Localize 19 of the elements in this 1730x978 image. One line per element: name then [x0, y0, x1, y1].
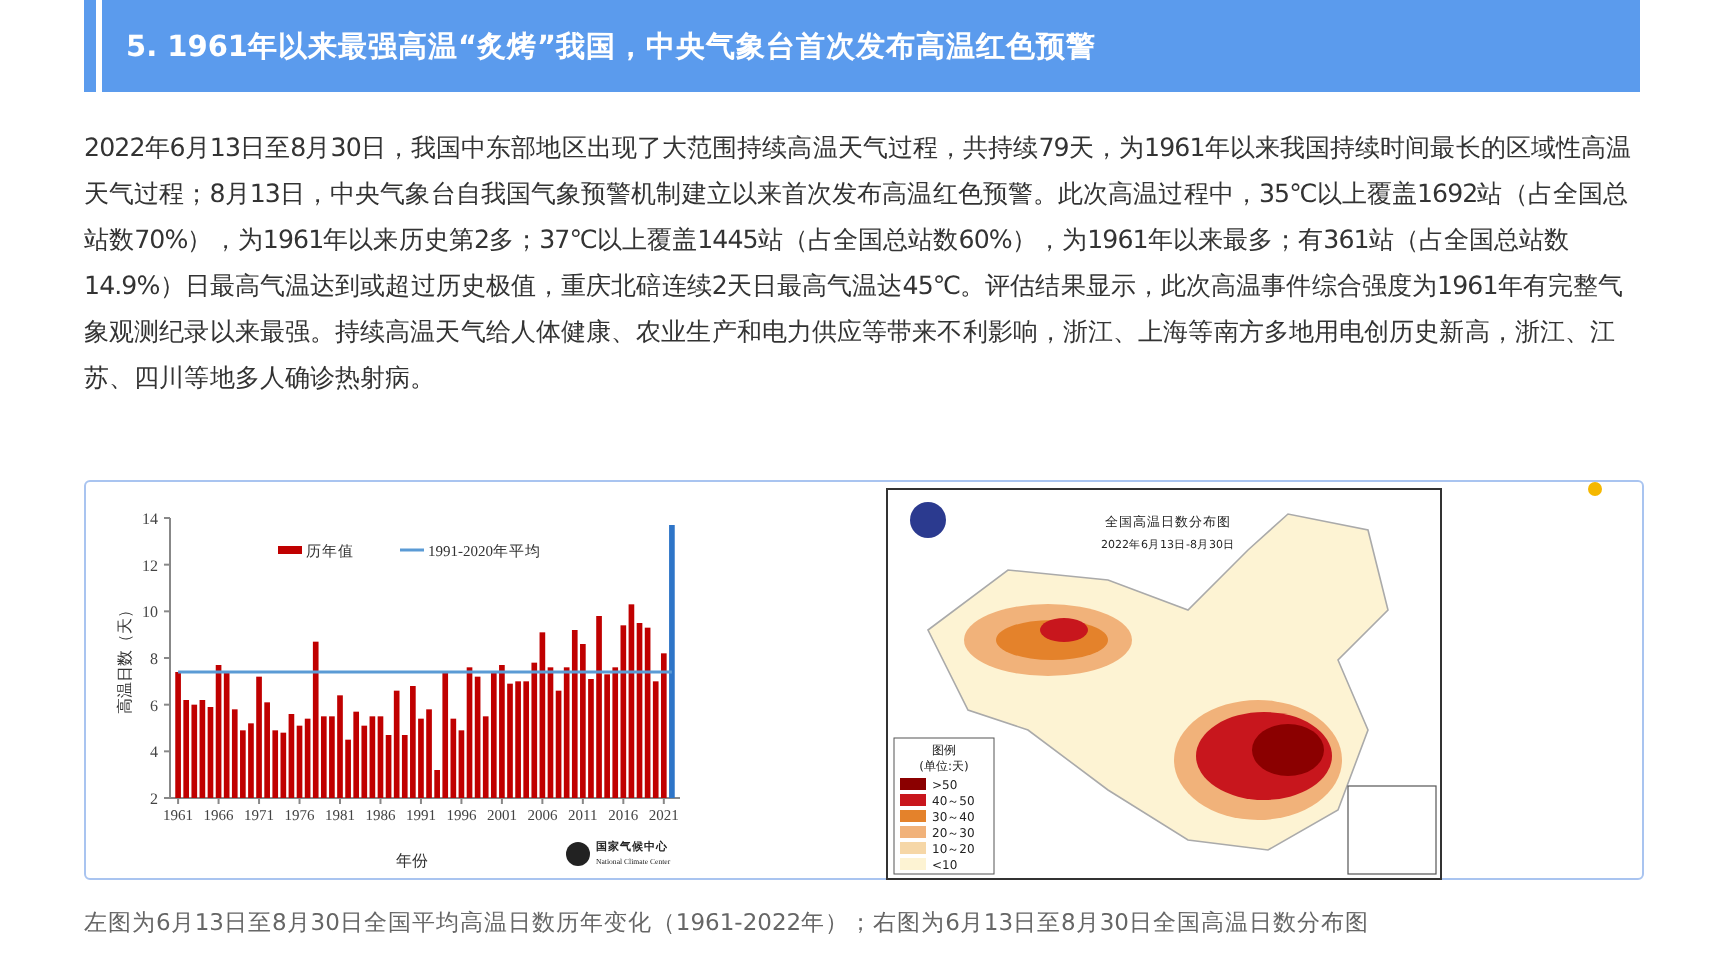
figure-caption: 左图为6月13日至8月30日全国平均高温日数历年变化（1961-2022年）；右图为6月13日至8月30日全国高温日数分布图: [84, 908, 1371, 938]
y-tick-label: 14: [142, 510, 158, 528]
y-tick-label: 10: [142, 603, 158, 622]
section-heading: 5. 1961年以来最强高温“炙烤”我国，中央气象台首次发布高温红色预警: [102, 0, 1640, 92]
heading-accent-bar: [84, 0, 96, 92]
y-tick-label: 6: [150, 696, 158, 715]
inset-map-frame: [1347, 785, 1437, 875]
article-paragraph: 2022年6月13日至8月30日，我国中东部地区出现了大范围持续高温天气过程，共持续79天，为1961年以来我国持续时间最长的区域性高温天气过程；8月13日，中央气象台自我国气象预警机制建立以来首次发布高温红色预警。此次高温过程中，35℃以上覆盖1692站（占全国总站数70%），为1961年以来历史第2多；37℃以上覆盖1445站（占全国总站数60%），为1961年以来最多；有361站（占全国总站数14.9%）日最高气温达到或超过历史极值，重庆北碚连续2天日最高气温达45℃。评估结果显示，此次高温事件综合强度为1961年有完整气象观测纪录以来最强。持续高温天气给人体健康、农业生产和电力供应等带来不利影响，浙江、上海等南方多地用电创历史新高，浙江、江苏、四川等地多人确诊热射病。: [84, 130, 1634, 396]
corner-dot: [1588, 482, 1602, 496]
x-axis-title: 年份: [396, 852, 428, 870]
y-axis-title: 高温日数（天）: [116, 602, 134, 714]
y-tick-label: 4: [150, 743, 158, 762]
y-tick-label: 8: [150, 650, 158, 668]
logo-icon: [910, 502, 946, 538]
y-tick-label: 2: [150, 790, 158, 808]
logo-icon: [566, 842, 590, 866]
legend-line: [400, 548, 424, 552]
legend-swatch: [278, 546, 302, 554]
y-tick-label: 12: [142, 556, 158, 575]
